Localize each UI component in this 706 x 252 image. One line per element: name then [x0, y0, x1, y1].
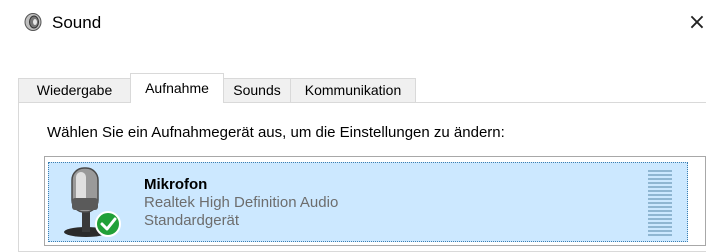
- device-name: Mikrofon: [144, 176, 208, 193]
- tab-aufnahme[interactable]: Aufnahme: [130, 73, 224, 103]
- meter-segment: [648, 226, 672, 228]
- meter-segment: [648, 174, 672, 176]
- device-status: Standardgerät: [144, 212, 240, 229]
- meter-segment: [648, 178, 672, 180]
- meter-segment: [648, 206, 672, 208]
- title-bar: Sound ×: [0, 0, 706, 44]
- meter-segment: [648, 198, 672, 200]
- meter-segment: [648, 170, 672, 172]
- meter-segment: [648, 230, 672, 232]
- meter-segment: [648, 214, 672, 216]
- meter-segment: [648, 194, 672, 196]
- meter-segment: [648, 234, 672, 236]
- microphone-icon: [64, 167, 121, 237]
- meter-segment: [648, 222, 672, 224]
- instruction-text: Wählen Sie ein Aufnahmegerät aus, um die…: [47, 124, 505, 141]
- meter-segment: [648, 190, 672, 192]
- window-title: Sound: [52, 13, 102, 32]
- meter-segment: [648, 182, 672, 184]
- speaker-icon: [24, 13, 42, 31]
- default-check-icon: [95, 211, 121, 237]
- meter-segment: [648, 210, 672, 212]
- device-driver: Realtek High Definition Audio: [144, 194, 339, 211]
- tab-wiedergabe[interactable]: Wiedergabe: [18, 78, 131, 102]
- meter-segment: [648, 202, 672, 204]
- close-button[interactable]: ×: [682, 8, 706, 38]
- tab-sounds[interactable]: Sounds: [223, 78, 291, 102]
- meter-segment: [648, 218, 672, 220]
- level-meter: [648, 170, 672, 240]
- meter-segment: [648, 186, 672, 188]
- tab-kommunikation[interactable]: Kommunikation: [290, 78, 416, 102]
